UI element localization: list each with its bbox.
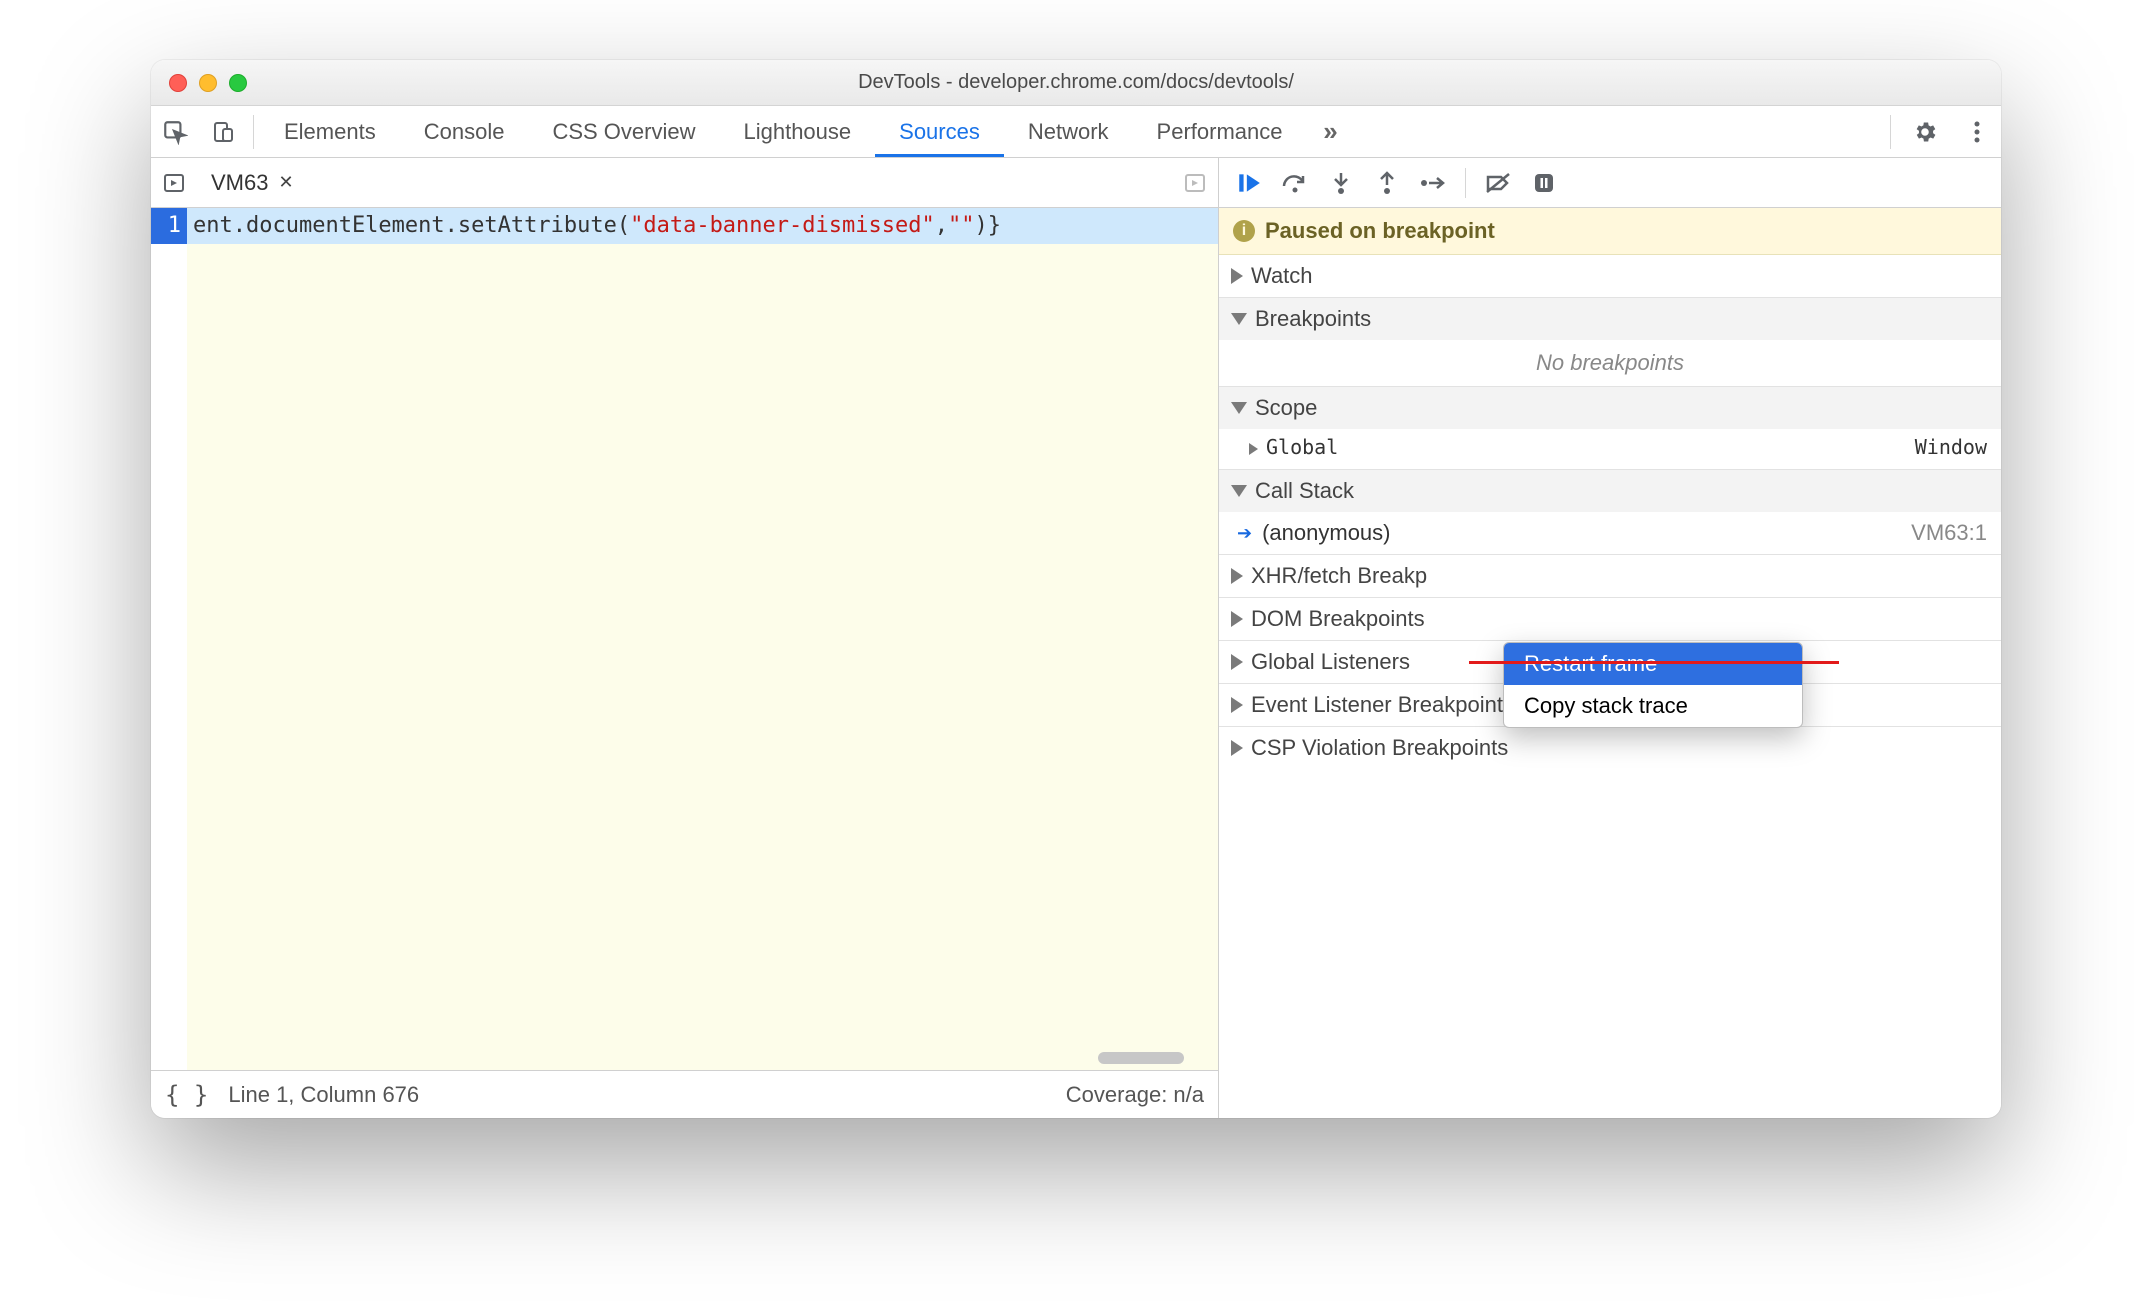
step-over-icon[interactable] bbox=[1275, 165, 1315, 201]
divider bbox=[253, 115, 254, 149]
cursor-position: Line 1, Column 676 bbox=[228, 1082, 419, 1108]
chevron-right-icon bbox=[1231, 740, 1243, 756]
chevron-right-icon bbox=[1231, 568, 1243, 584]
frame-name: (anonymous) bbox=[1262, 520, 1390, 546]
coverage-status: Coverage: n/a bbox=[1066, 1082, 1204, 1108]
settings-icon[interactable] bbox=[1901, 119, 1949, 145]
section-header-call-stack[interactable]: Call Stack bbox=[1219, 470, 2001, 512]
editor-tab-strip: VM63 ✕ bbox=[151, 158, 1218, 208]
tab-performance[interactable]: Performance bbox=[1133, 106, 1307, 157]
divider bbox=[1465, 168, 1466, 198]
section-scope: Scope Global Window bbox=[1219, 387, 2001, 470]
more-options-icon[interactable] bbox=[1953, 120, 2001, 144]
scope-global-value: Window bbox=[1915, 435, 1987, 459]
current-frame-arrow-icon: ➔ bbox=[1237, 523, 1252, 544]
pretty-print-icon[interactable]: { } bbox=[165, 1081, 208, 1109]
inspect-element-icon[interactable] bbox=[151, 119, 199, 145]
chevron-right-icon bbox=[1231, 697, 1243, 713]
code-editor[interactable]: 1 ent.documentElement.setAttribute("data… bbox=[151, 208, 1218, 1070]
section-header-watch[interactable]: Watch bbox=[1219, 255, 2001, 297]
show-navigator-icon[interactable] bbox=[151, 171, 197, 195]
strikethrough-annotation bbox=[1469, 661, 1839, 664]
section-dom-breakpoints: DOM Breakpoints bbox=[1219, 598, 2001, 641]
code-line[interactable]: 1 ent.documentElement.setAttribute("data… bbox=[151, 208, 1218, 244]
deactivate-breakpoints-icon[interactable] bbox=[1478, 165, 1518, 201]
section-header-scope[interactable]: Scope bbox=[1219, 387, 2001, 429]
paused-banner: i Paused on breakpoint bbox=[1219, 208, 2001, 255]
section-header-csp[interactable]: CSP Violation Breakpoints bbox=[1219, 727, 2001, 769]
more-editor-options-icon[interactable] bbox=[1172, 171, 1218, 195]
horizontal-scrollbar-thumb[interactable] bbox=[1098, 1052, 1184, 1064]
traffic-lights bbox=[169, 74, 247, 92]
debugger-panel: i Paused on breakpoint Watch Breakpoints… bbox=[1219, 158, 2001, 1118]
editor-status-bar: { } Line 1, Column 676 Coverage: n/a bbox=[151, 1070, 1218, 1118]
call-stack-frame[interactable]: ➔ (anonymous) VM63:1 bbox=[1219, 512, 2001, 554]
section-breakpoints: Breakpoints No breakpoints bbox=[1219, 298, 2001, 387]
tab-css-overview[interactable]: CSS Overview bbox=[528, 106, 719, 157]
no-breakpoints-label: No breakpoints bbox=[1219, 340, 2001, 386]
tab-network[interactable]: Network bbox=[1004, 106, 1133, 157]
context-menu-restart-frame[interactable]: Restart frame bbox=[1504, 643, 1802, 685]
chevron-down-icon bbox=[1231, 313, 1247, 325]
section-csp-breakpoints: CSP Violation Breakpoints bbox=[1219, 727, 2001, 769]
window-close-button[interactable] bbox=[169, 74, 187, 92]
step-icon[interactable] bbox=[1413, 165, 1453, 201]
tab-lighthouse[interactable]: Lighthouse bbox=[719, 106, 875, 157]
chevron-down-icon bbox=[1231, 485, 1247, 497]
file-tab-vm63[interactable]: VM63 ✕ bbox=[197, 158, 308, 207]
chevron-right-icon bbox=[1231, 654, 1243, 670]
info-icon: i bbox=[1233, 220, 1255, 242]
section-xhr-breakpoints: XHR/fetch Breakp bbox=[1219, 555, 2001, 598]
section-call-stack: Call Stack ➔ (anonymous) VM63:1 bbox=[1219, 470, 2001, 555]
section-watch: Watch bbox=[1219, 255, 2001, 298]
pause-on-exceptions-icon[interactable] bbox=[1524, 165, 1564, 201]
tab-sources[interactable]: Sources bbox=[875, 106, 1004, 157]
resume-icon[interactable] bbox=[1229, 165, 1269, 201]
frame-location: VM63:1 bbox=[1911, 520, 1987, 546]
window-titlebar: DevTools - developer.chrome.com/docs/dev… bbox=[151, 60, 2001, 106]
file-tab-label: VM63 bbox=[211, 170, 268, 196]
section-header-xhr[interactable]: XHR/fetch Breakp bbox=[1219, 555, 2001, 597]
chevron-right-icon bbox=[1249, 443, 1258, 455]
context-menu: Restart frame Copy stack trace bbox=[1503, 642, 1803, 728]
section-header-breakpoints[interactable]: Breakpoints bbox=[1219, 298, 2001, 340]
editor-panel: VM63 ✕ 1 ent.documentElement.setAttribut… bbox=[151, 158, 1219, 1118]
line-number[interactable]: 1 bbox=[151, 208, 187, 244]
window-minimize-button[interactable] bbox=[199, 74, 217, 92]
chevron-right-icon bbox=[1231, 268, 1243, 284]
scope-global-row[interactable]: Global Window bbox=[1219, 429, 2001, 469]
context-menu-copy-stack-trace[interactable]: Copy stack trace bbox=[1504, 685, 1802, 727]
chevron-down-icon bbox=[1231, 402, 1247, 414]
tab-elements[interactable]: Elements bbox=[260, 106, 400, 157]
step-into-icon[interactable] bbox=[1321, 165, 1361, 201]
tabs-overflow-icon[interactable]: » bbox=[1307, 116, 1355, 147]
section-header-dom[interactable]: DOM Breakpoints bbox=[1219, 598, 2001, 640]
close-tab-icon[interactable]: ✕ bbox=[278, 172, 293, 193]
devtools-window: DevTools - developer.chrome.com/docs/dev… bbox=[151, 60, 2001, 1118]
step-out-icon[interactable] bbox=[1367, 165, 1407, 201]
debug-toolbar bbox=[1219, 158, 2001, 208]
device-toolbar-icon[interactable] bbox=[199, 120, 247, 144]
editor-background bbox=[187, 244, 1218, 1070]
devtools-body: VM63 ✕ 1 ent.documentElement.setAttribut… bbox=[151, 158, 2001, 1118]
window-title: DevTools - developer.chrome.com/docs/dev… bbox=[151, 71, 2001, 94]
paused-text: Paused on breakpoint bbox=[1265, 218, 1495, 244]
tab-console[interactable]: Console bbox=[400, 106, 529, 157]
chevron-right-icon bbox=[1231, 611, 1243, 627]
code-text[interactable]: ent.documentElement.setAttribute("data-b… bbox=[187, 208, 1218, 244]
main-tab-strip: Elements Console CSS Overview Lighthouse… bbox=[151, 106, 2001, 158]
divider bbox=[1890, 115, 1891, 149]
window-zoom-button[interactable] bbox=[229, 74, 247, 92]
